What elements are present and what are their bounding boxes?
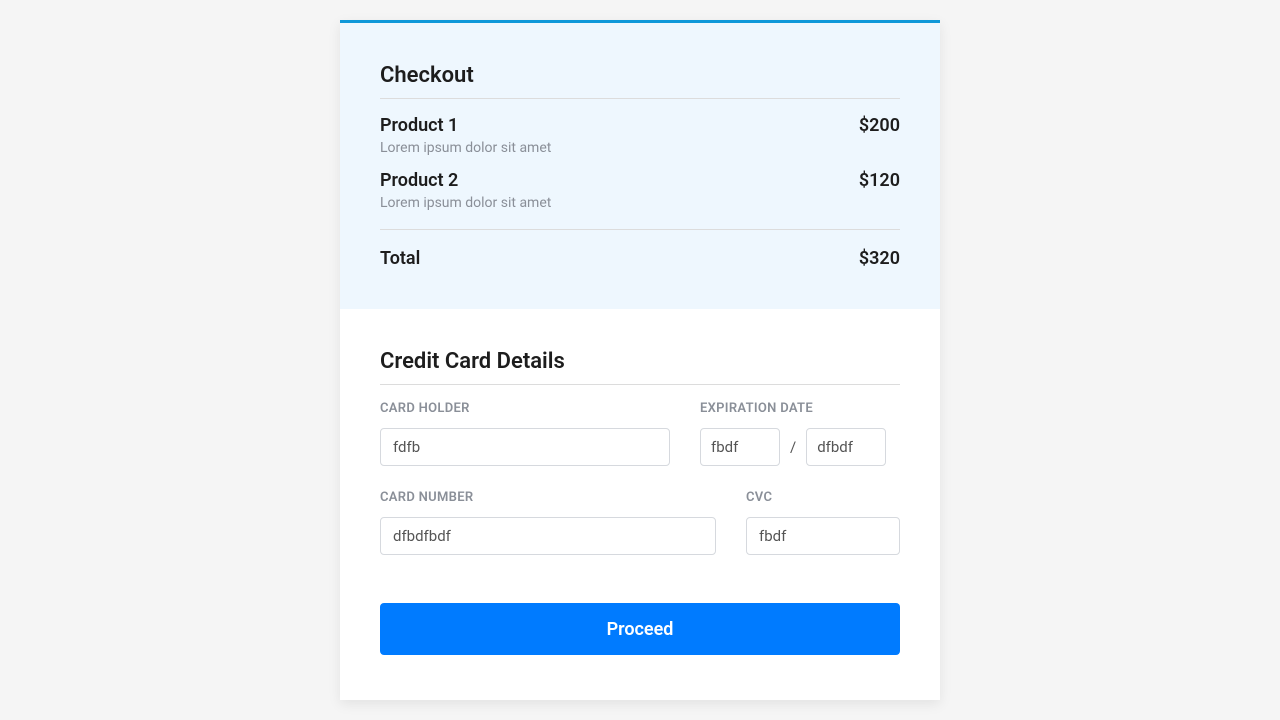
product-desc: Lorem ipsum dolor sit amet <box>380 140 551 156</box>
total-label: Total <box>380 248 420 269</box>
cvc-label: CVC <box>746 490 900 505</box>
total-value: $320 <box>859 248 900 269</box>
expiration-label: EXPIRATION DATE <box>700 401 886 416</box>
card-holder-input[interactable] <box>380 428 670 466</box>
exp-year-input[interactable] <box>806 428 886 466</box>
card-number-input[interactable] <box>380 517 716 555</box>
checkout-title: Checkout <box>380 63 900 99</box>
credit-card-section: Credit Card Details CARD HOLDER EXPIRATI… <box>340 309 940 700</box>
exp-month-input[interactable] <box>700 428 780 466</box>
product-price: $120 <box>859 170 900 191</box>
product-price: $200 <box>859 115 900 136</box>
card-holder-label: CARD HOLDER <box>380 401 670 416</box>
line-item: Product 2 Lorem ipsum dolor sit amet $12… <box>380 170 900 211</box>
checkout-card: Checkout Product 1 Lorem ipsum dolor sit… <box>340 20 940 700</box>
cvc-input[interactable] <box>746 517 900 555</box>
checkout-section: Checkout Product 1 Lorem ipsum dolor sit… <box>340 23 940 309</box>
exp-separator: / <box>790 438 796 456</box>
product-desc: Lorem ipsum dolor sit amet <box>380 195 551 211</box>
product-name: Product 1 <box>380 115 551 136</box>
line-item: Product 1 Lorem ipsum dolor sit amet $20… <box>380 115 900 156</box>
total-row: Total $320 <box>380 248 900 269</box>
divider <box>380 229 900 230</box>
card-number-label: CARD NUMBER <box>380 490 716 505</box>
credit-card-title: Credit Card Details <box>380 349 900 385</box>
product-name: Product 2 <box>380 170 551 191</box>
proceed-button[interactable]: Proceed <box>380 603 900 655</box>
